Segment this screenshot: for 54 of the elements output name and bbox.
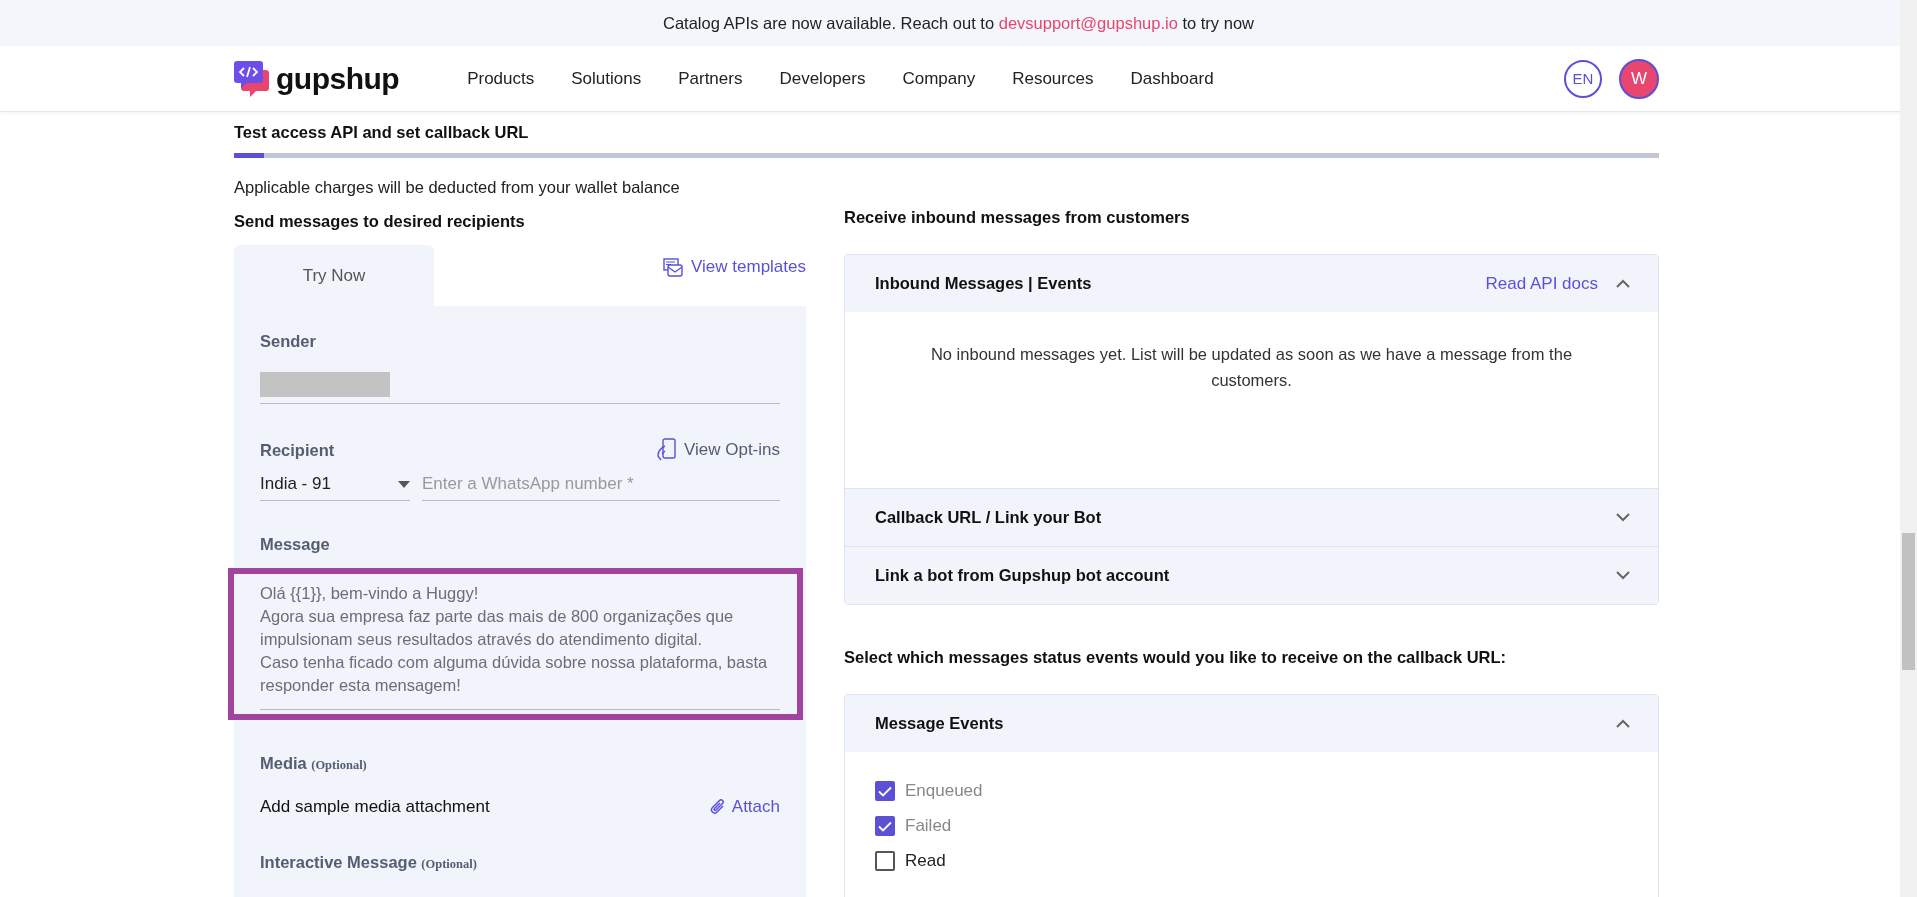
chevron-up-icon[interactable] (1616, 279, 1630, 288)
field-label: Interactive Message (260, 853, 417, 872)
checkbox[interactable] (875, 851, 895, 871)
view-templates-link[interactable]: View templates (663, 257, 806, 277)
chevron-up-icon[interactable] (1616, 719, 1630, 728)
nav-menu-item[interactable]: Products (467, 68, 535, 89)
accordion-header[interactable]: Link a bot from Gupshup bot account (845, 546, 1658, 604)
attach-link[interactable]: Attach (709, 797, 780, 818)
read-api-docs-link[interactable]: Read API docs (1485, 273, 1598, 294)
nav-menu-item[interactable]: Developers (779, 68, 866, 89)
accordion-header[interactable]: Message Events (845, 695, 1658, 752)
accordion-header[interactable]: Inbound Messages | Events Read API docs (845, 255, 1658, 312)
nav-menu-item[interactable]: Company (902, 68, 976, 89)
tab[interactable]: Try Now (234, 245, 434, 306)
accordion-header[interactable]: Callback URL / Link your Bot (845, 488, 1658, 546)
optional-note: (Optional) (421, 857, 477, 872)
column-heading: Send messages to desired recipients (234, 212, 526, 231)
nav-menu-item[interactable]: Partners (678, 68, 743, 89)
view-opt-ins-link[interactable]: View Opt-ins (655, 438, 780, 462)
field-label: Media (260, 754, 307, 773)
empty-state-message: No inbound messages yet. List will be updated as soon as we have a message from the customers. (929, 344, 1574, 391)
phone-number-field[interactable]: Enter a WhatsApp number * (422, 474, 780, 501)
email-link[interactable]: devsupport@gupshup.io (998, 13, 1178, 32)
chat-bubble-logo-icon[interactable] (234, 59, 270, 98)
phone-hand-icon (655, 438, 678, 462)
media-hint: Add sample media attachment (260, 797, 490, 818)
wallet-charges-note: Applicable charges will be deducted from your wallet balance (234, 178, 681, 197)
field-label: Message (260, 535, 331, 554)
dropdown-caret-icon (398, 480, 410, 488)
field-label: Recipient (260, 440, 335, 460)
nav-menu-item[interactable]: Resources (1012, 68, 1094, 89)
optional-note: (Optional) (311, 758, 367, 773)
nav-menu-item[interactable]: Dashboard (1130, 68, 1214, 89)
user-avatar[interactable]: W (1619, 58, 1659, 99)
column-heading: Receive inbound messages from customers (844, 208, 1191, 227)
scrollbar[interactable] (1900, 0, 1917, 897)
checkbox-label: Enqueued (905, 781, 983, 801)
language-button[interactable]: EN (1564, 59, 1602, 98)
section-title: Test access API and set callback URL (234, 123, 530, 142)
checkbox-label: Failed (905, 816, 952, 836)
chevron-down-icon[interactable] (1616, 571, 1630, 580)
paperclip-icon (709, 798, 726, 817)
chevron-down-icon[interactable] (1616, 513, 1630, 522)
banner-text: Catalog APIs are now available. Reach out to devsupport@gupshup.io to try now (663, 13, 1254, 33)
field-label: Sender (260, 332, 317, 351)
country-code-dropdown[interactable]: India - 91 (260, 474, 410, 501)
checkbox-label: Read (905, 851, 946, 871)
template-stack-icon (663, 257, 684, 277)
message-field[interactable]: Olá {{1}}, bem-vindo a Huggy! Agora sua empresa faz parte das mais de 800 organizações que impulsionam seus resultados através do atendimento digital. Caso tenha ficado com alguma dúvida sobre nossa plataforma, basta responder esta mensagem! (260, 582, 780, 711)
status-events-heading: Select which messages status events would you like to receive on the callback URL: (844, 648, 1508, 667)
nav-menu-item[interactable]: Solutions (571, 68, 642, 89)
sender-field[interactable] (260, 372, 780, 404)
scrollbar-thumb[interactable] (1902, 533, 1915, 670)
brand-logo-text[interactable]: gupshup (276, 61, 400, 96)
